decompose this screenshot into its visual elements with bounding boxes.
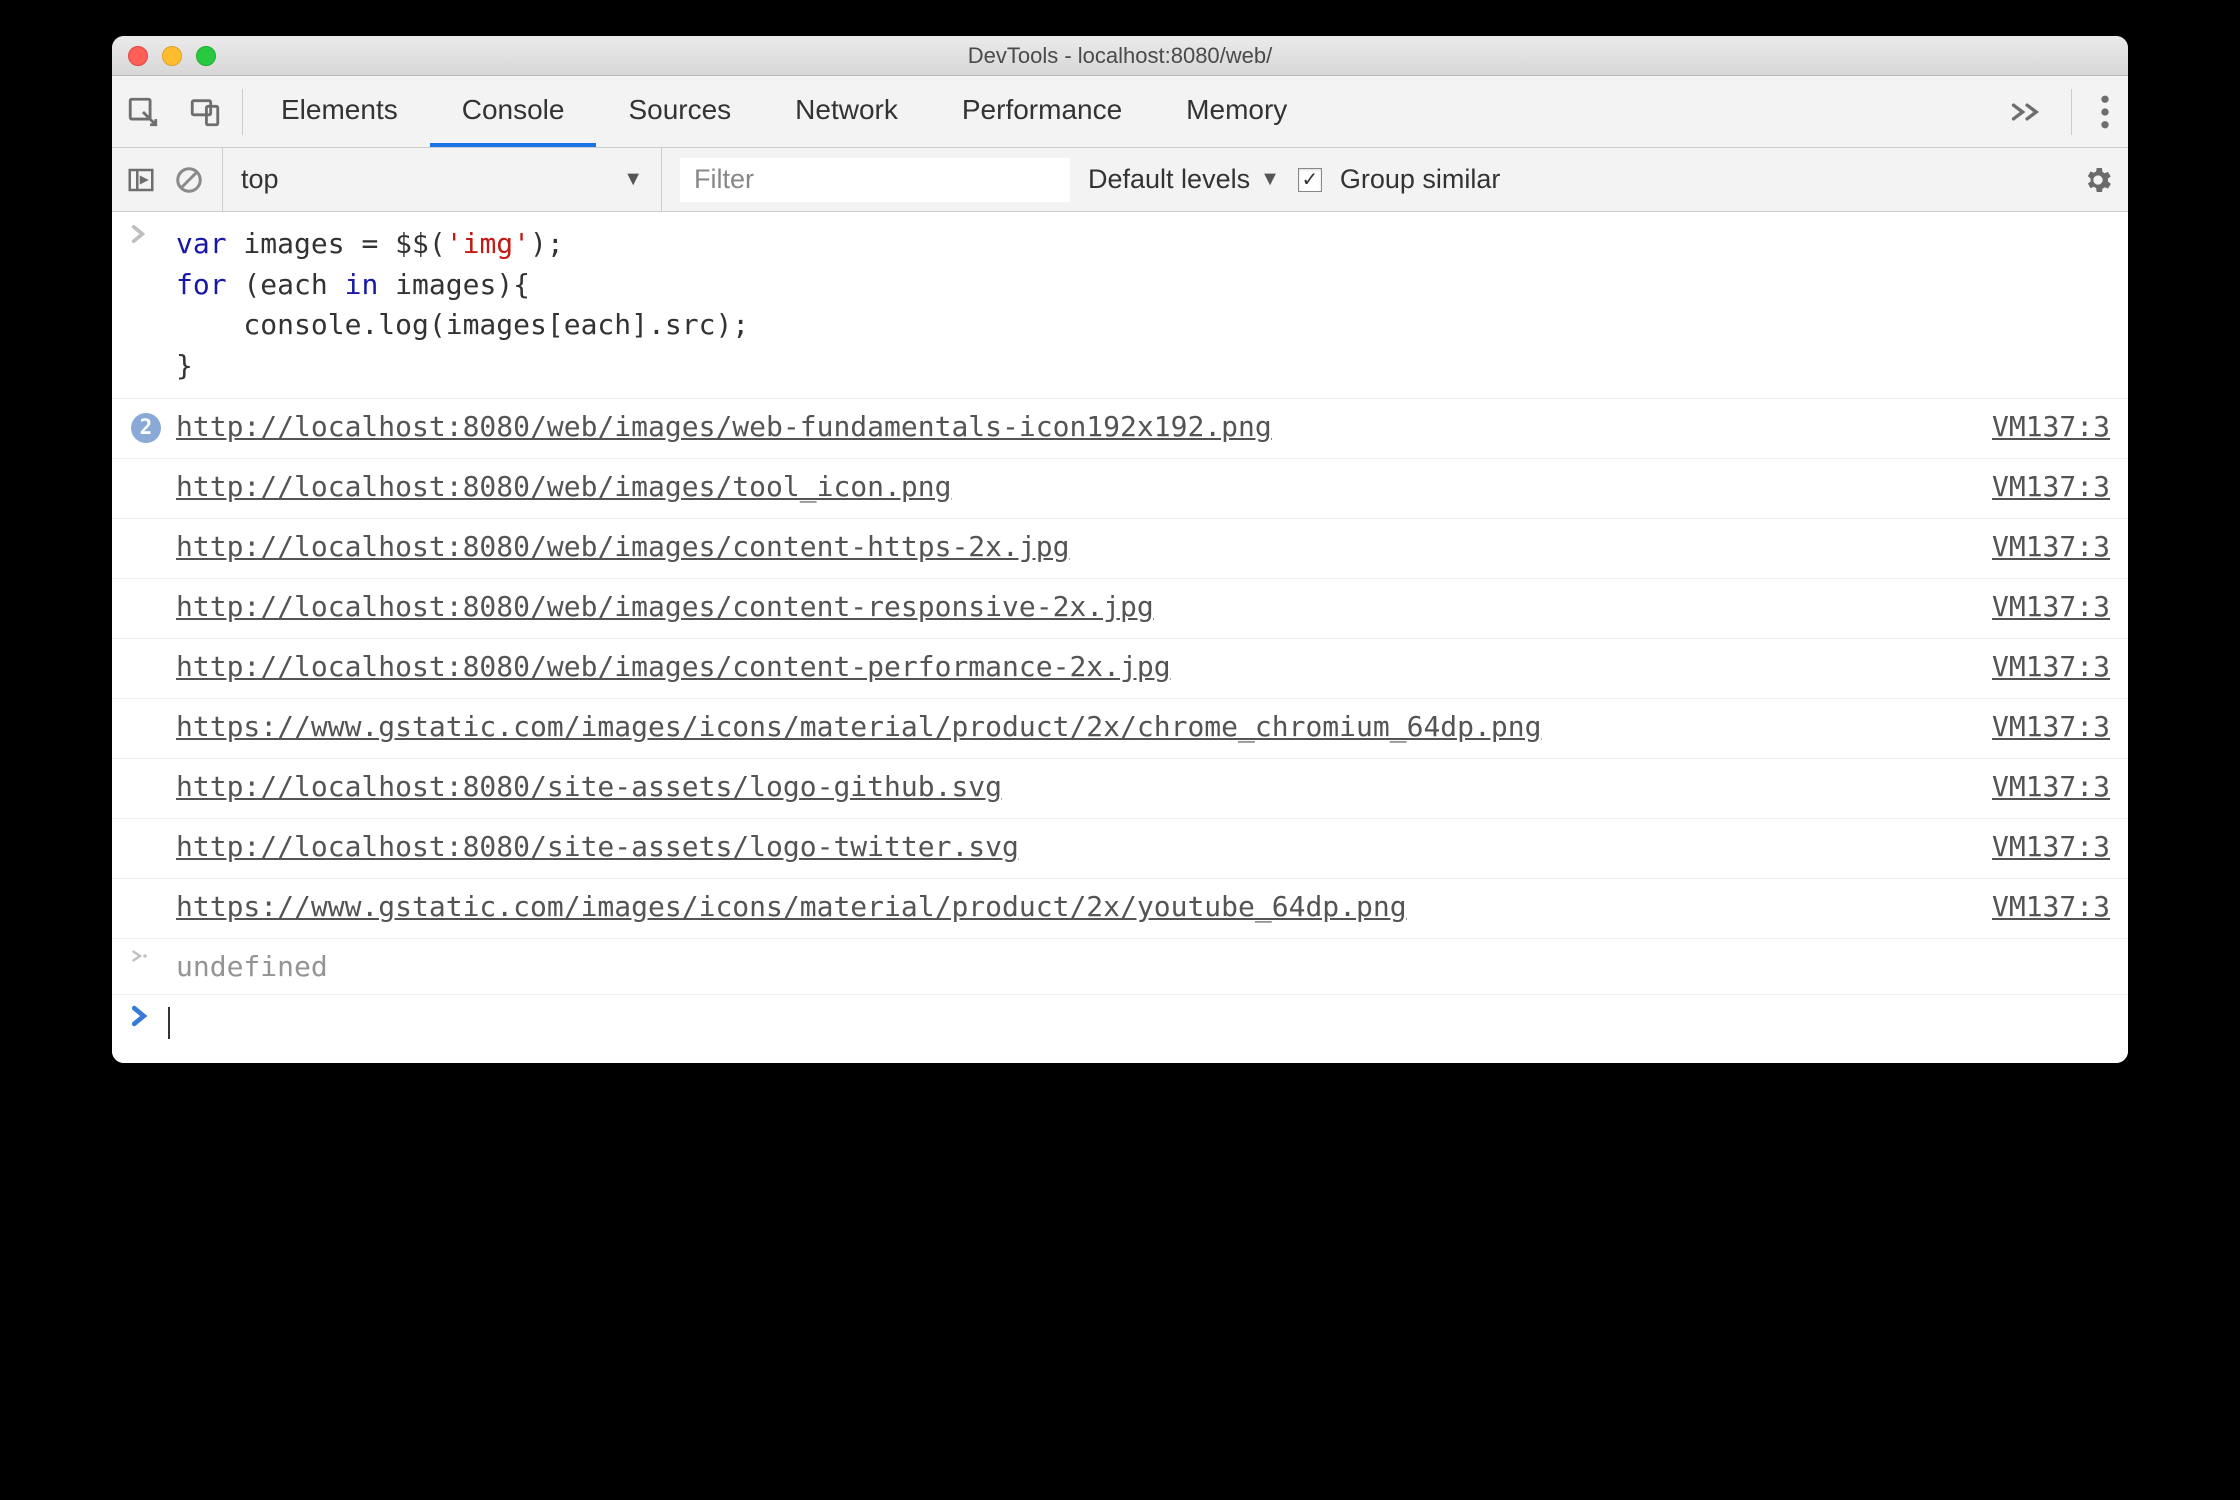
log-source-link[interactable]: VM137:3 [1940,825,2110,872]
log-message: http://localhost:8080/web/images/content… [166,645,1940,692]
inspect-element-icon[interactable] [112,95,174,129]
divider [242,89,243,135]
tab-console[interactable]: Console [430,76,597,147]
input-chevron-icon [130,222,166,388]
settings-gear-icon[interactable] [2082,164,2114,196]
log-message: http://localhost:8080/web/images/content… [166,525,1940,572]
log-gutter [130,465,166,512]
log-gutter [130,825,166,872]
return-value: undefined [166,945,2110,994]
console-input-history: var images = $$('img'); for (each in ima… [112,212,2128,399]
log-url-link[interactable]: https://www.gstatic.com/images/icons/mat… [176,890,1407,923]
log-url-link[interactable]: http://localhost:8080/site-assets/logo-t… [176,830,1019,863]
log-levels-selector[interactable]: Default levels ▼ [1088,164,1280,195]
log-url-link[interactable]: http://localhost:8080/site-assets/logo-g… [176,770,1002,803]
log-url-link[interactable]: http://localhost:8080/web/images/web-fun… [176,410,1272,443]
window-title: DevTools - localhost:8080/web/ [112,43,2128,69]
log-gutter [130,705,166,752]
console-log-row: http://localhost:8080/web/images/content… [112,519,2128,579]
tab-elements[interactable]: Elements [249,76,430,147]
log-message: http://localhost:8080/site-assets/logo-t… [166,825,1940,872]
return-arrow-icon [130,945,166,994]
console-log-row: http://localhost:8080/web/images/content… [112,579,2128,639]
divider [2071,89,2072,135]
tab-sources[interactable]: Sources [596,76,763,147]
console-log-row: http://localhost:8080/web/images/content… [112,639,2128,699]
console-body: var images = $$('img'); for (each in ima… [112,212,2128,1063]
log-source-link[interactable]: VM137:3 [1940,645,2110,692]
execution-context-selector[interactable]: top ▼ [222,148,662,211]
console-log-row: 2 http://localhost:8080/web/images/web-fu… [112,399,2128,459]
log-gutter [130,885,166,932]
log-message: http://localhost:8080/site-assets/logo-g… [166,765,1940,812]
return-value-row: undefined [112,939,2128,995]
chevron-down-icon: ▼ [623,168,643,191]
log-source-link[interactable]: VM137:3 [1940,885,2110,932]
group-similar-checkbox[interactable] [1298,168,1322,192]
devtools-window: DevTools - localhost:8080/web/ ElementsC… [112,36,2128,1063]
log-source-link[interactable]: VM137:3 [1940,405,2110,452]
log-url-link[interactable]: http://localhost:8080/web/images/content… [176,590,1154,623]
console-prompt[interactable] [112,995,2128,1063]
filter-input[interactable] [680,158,1070,202]
code-block: var images = $$('img'); for (each in ima… [166,222,2110,388]
console-log-row: https://www.gstatic.com/images/icons/mat… [112,699,2128,759]
log-message: http://localhost:8080/web/images/web-fun… [166,405,1940,452]
log-url-link[interactable]: http://localhost:8080/web/images/tool_ic… [176,470,951,503]
prompt-input[interactable] [166,1005,170,1039]
prompt-chevron-icon [130,1005,166,1039]
log-message: http://localhost:8080/web/images/content… [166,585,1940,632]
log-gutter [130,765,166,812]
chevron-down-icon: ▼ [1260,168,1280,191]
main-toolbar: ElementsConsoleSourcesNetworkPerformance… [112,76,2128,148]
console-log-row: http://localhost:8080/web/images/tool_ic… [112,459,2128,519]
tab-network[interactable]: Network [763,76,930,147]
group-similar-label: Group similar [1340,164,1501,195]
tab-performance[interactable]: Performance [930,76,1154,147]
log-url-link[interactable]: http://localhost:8080/web/images/content… [176,530,1069,563]
titlebar: DevTools - localhost:8080/web/ [112,36,2128,76]
log-gutter: 2 [130,405,166,452]
log-gutter [130,585,166,632]
toggle-device-icon[interactable] [174,95,236,129]
log-source-link[interactable]: VM137:3 [1940,525,2110,572]
log-message: https://www.gstatic.com/images/icons/mat… [166,705,1940,752]
context-label: top [241,164,279,195]
log-source-link[interactable]: VM137:3 [1940,465,2110,512]
console-log-row: http://localhost:8080/site-assets/logo-g… [112,759,2128,819]
log-gutter [130,645,166,692]
toggle-sidebar-icon[interactable] [126,165,156,195]
console-log-row: https://www.gstatic.com/images/icons/mat… [112,879,2128,939]
log-message: http://localhost:8080/web/images/tool_ic… [166,465,1940,512]
console-toolbar: top ▼ Default levels ▼ Group similar [112,148,2128,212]
tab-memory[interactable]: Memory [1154,76,1319,147]
log-gutter [130,525,166,572]
log-source-link[interactable]: VM137:3 [1940,705,2110,752]
repeat-count-badge: 2 [131,413,161,443]
log-url-link[interactable]: http://localhost:8080/web/images/content… [176,650,1171,683]
clear-console-icon[interactable] [174,165,204,195]
levels-label: Default levels [1088,164,1250,195]
panel-tabs: ElementsConsoleSourcesNetworkPerformance… [249,76,2009,147]
kebab-menu-icon[interactable] [2100,95,2110,129]
log-source-link[interactable]: VM137:3 [1940,765,2110,812]
log-source-link[interactable]: VM137:3 [1940,585,2110,632]
log-message: https://www.gstatic.com/images/icons/mat… [166,885,1940,932]
more-panels-icon[interactable] [2009,102,2043,122]
console-log-row: http://localhost:8080/site-assets/logo-t… [112,819,2128,879]
log-url-link[interactable]: https://www.gstatic.com/images/icons/mat… [176,710,1541,743]
